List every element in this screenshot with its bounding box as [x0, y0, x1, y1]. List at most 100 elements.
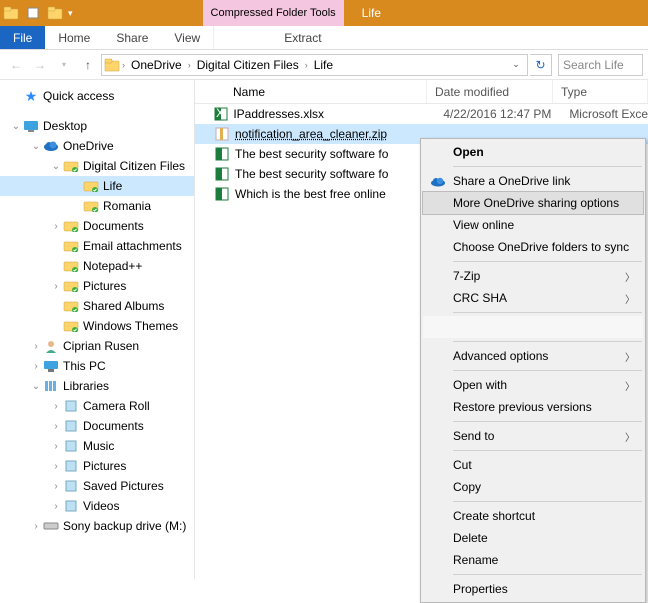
- folder-icon: [82, 200, 100, 212]
- col-type[interactable]: Type: [553, 80, 648, 103]
- search-input[interactable]: Search Life: [558, 54, 643, 76]
- menu-choose-folders[interactable]: Choose OneDrive folders to sync: [423, 236, 643, 258]
- col-name[interactable]: Name: [195, 80, 427, 103]
- address-dropdown-icon[interactable]: ⌄: [507, 59, 525, 70]
- tree-saved[interactable]: ›Saved Pictures: [0, 476, 194, 496]
- menu-copy[interactable]: Copy: [423, 476, 643, 498]
- tree-documents[interactable]: ›Documents: [0, 216, 194, 236]
- tree-desktop[interactable]: ⌄Desktop: [0, 116, 194, 136]
- tree-lpics[interactable]: ›Pictures: [0, 456, 194, 476]
- separator: [453, 450, 642, 451]
- tree-email[interactable]: Email attachments: [0, 236, 194, 256]
- refresh-button[interactable]: ↻: [530, 54, 552, 76]
- tree-onedrive[interactable]: ⌄OneDrive: [0, 136, 194, 156]
- menu-cut[interactable]: Cut: [423, 454, 643, 476]
- chevron-right-icon[interactable]: ›: [122, 60, 125, 70]
- cloud-icon: [42, 140, 60, 152]
- separator: [453, 574, 642, 575]
- chevron-right-icon[interactable]: ›: [188, 60, 191, 70]
- menu-share-onedrive[interactable]: Share a OneDrive link: [423, 170, 643, 192]
- tree-ciprian[interactable]: ›Ciprian Rusen: [0, 336, 194, 356]
- recent-dropdown-icon[interactable]: ▾: [53, 54, 75, 76]
- submenu-arrow-icon: 〉: [625, 429, 635, 444]
- xlsx-icon: [213, 147, 231, 161]
- crumb-onedrive[interactable]: OneDrive: [127, 58, 186, 72]
- menu-rename[interactable]: Rename: [423, 549, 643, 571]
- xlsx-icon: [213, 167, 231, 181]
- menu-blank: [423, 316, 643, 338]
- menu-7zip[interactable]: 7-Zip〉: [423, 265, 643, 287]
- tree-dcf[interactable]: ⌄Digital Citizen Files: [0, 156, 194, 176]
- star-icon: ★: [22, 88, 40, 105]
- up-button[interactable]: ↑: [77, 54, 99, 76]
- menu-advanced[interactable]: Advanced options〉: [423, 345, 643, 367]
- libraries-icon: [42, 379, 60, 393]
- menu-restore[interactable]: Restore previous versions: [423, 396, 643, 418]
- menu-open[interactable]: Open: [423, 141, 643, 163]
- separator: [453, 421, 642, 422]
- menu-crc[interactable]: CRC SHA〉: [423, 287, 643, 309]
- menu-view-online[interactable]: View online: [423, 214, 643, 236]
- separator: [453, 312, 642, 313]
- forward-button[interactable]: →: [29, 54, 51, 76]
- col-date[interactable]: Date modified: [427, 80, 553, 103]
- window-title: Life: [362, 6, 381, 20]
- tree-music[interactable]: ›Music: [0, 436, 194, 456]
- file-type: Microsoft Exce: [569, 107, 648, 121]
- user-icon: [42, 339, 60, 353]
- file-date: 4/22/2016 12:47 PM: [443, 107, 569, 121]
- menu-create-shortcut[interactable]: Create shortcut: [423, 505, 643, 527]
- tab-extract[interactable]: Extract: [213, 26, 391, 49]
- back-button[interactable]: ←: [5, 54, 27, 76]
- file-name: The best security software fo: [231, 147, 445, 161]
- qat-folder-icon[interactable]: [44, 2, 66, 24]
- separator: [453, 370, 642, 371]
- tab-file[interactable]: File: [0, 26, 45, 49]
- pc-icon: [42, 360, 60, 372]
- address-folder-icon: [104, 58, 120, 72]
- ribbon: File Home Share View Extract: [0, 26, 648, 50]
- tab-view[interactable]: View: [161, 26, 213, 49]
- address-bar[interactable]: › OneDrive › Digital Citizen Files › Lif…: [101, 54, 528, 76]
- tree-pictures[interactable]: ›Pictures: [0, 276, 194, 296]
- xlsx-icon: X: [213, 107, 229, 121]
- menu-delete[interactable]: Delete: [423, 527, 643, 549]
- tree-ldocs[interactable]: ›Documents: [0, 416, 194, 436]
- separator: [453, 261, 642, 262]
- folder-icon: [82, 180, 100, 192]
- tree-videos[interactable]: ›Videos: [0, 496, 194, 516]
- tab-home[interactable]: Home: [45, 26, 103, 49]
- qat-button[interactable]: [22, 2, 44, 24]
- library-icon: [62, 500, 80, 512]
- menu-more-onedrive[interactable]: More OneDrive sharing options: [423, 192, 643, 214]
- quick-access-toolbar: ▾: [0, 0, 73, 26]
- qat-dropdown-icon[interactable]: ▾: [68, 8, 73, 19]
- menu-send-to[interactable]: Send to〉: [423, 425, 643, 447]
- tree-camera[interactable]: ›Camera Roll: [0, 396, 194, 416]
- tree-libraries[interactable]: ⌄Libraries: [0, 376, 194, 396]
- tree-sony[interactable]: ›Sony backup drive (M:): [0, 516, 194, 536]
- library-icon: [62, 400, 80, 412]
- tree-romania[interactable]: Romania: [0, 196, 194, 216]
- tab-share[interactable]: Share: [103, 26, 161, 49]
- chevron-right-icon[interactable]: ›: [305, 60, 308, 70]
- nav-tree: ★Quick access ⌄Desktop ⌄OneDrive ⌄Digita…: [0, 80, 195, 579]
- tree-themes[interactable]: Windows Themes: [0, 316, 194, 336]
- file-row[interactable]: X IPaddresses.xlsx 4/22/2016 12:47 PM Mi…: [195, 104, 648, 124]
- submenu-arrow-icon: 〉: [625, 349, 635, 364]
- folder-icon: [62, 320, 80, 332]
- column-headers: Name Date modified Type: [195, 80, 648, 104]
- cloud-icon: [429, 176, 447, 187]
- crumb-dcf[interactable]: Digital Citizen Files: [193, 58, 303, 72]
- submenu-arrow-icon: 〉: [625, 291, 635, 306]
- menu-properties[interactable]: Properties: [423, 578, 643, 600]
- crumb-life[interactable]: Life: [310, 58, 337, 72]
- menu-open-with[interactable]: Open with〉: [423, 374, 643, 396]
- tree-notepad[interactable]: Notepad++: [0, 256, 194, 276]
- folder-icon: [62, 280, 80, 292]
- tree-thispc[interactable]: ›This PC: [0, 356, 194, 376]
- separator: [453, 341, 642, 342]
- tree-life[interactable]: Life: [0, 176, 194, 196]
- tree-shared[interactable]: Shared Albums: [0, 296, 194, 316]
- tree-quick-access[interactable]: ★Quick access: [0, 86, 194, 106]
